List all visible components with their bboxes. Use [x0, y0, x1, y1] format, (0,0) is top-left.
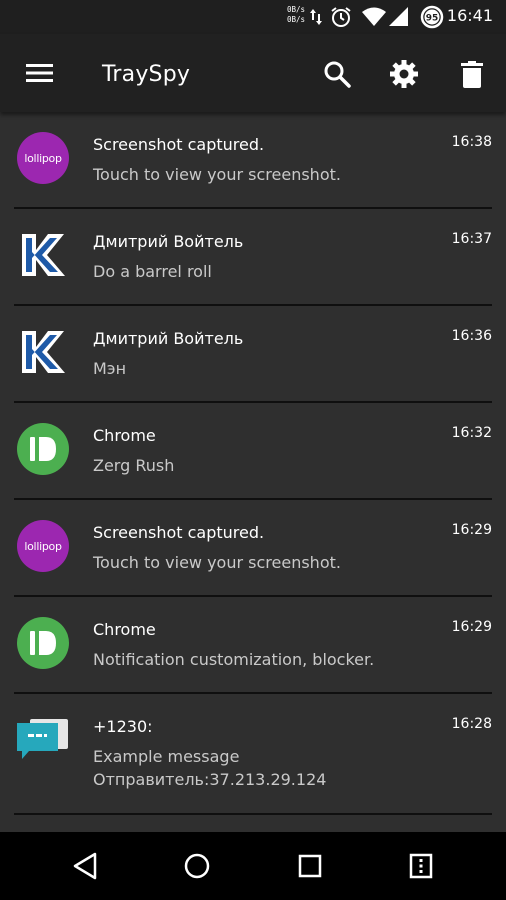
recents-icon[interactable]: [298, 854, 322, 882]
data-transfer-icon: [310, 7, 322, 31]
overflow-icon[interactable]: [409, 853, 433, 883]
notification-time: 16:32: [451, 425, 492, 441]
notification-title: Chrome: [93, 620, 156, 639]
menu-icon[interactable]: [26, 62, 54, 88]
app-bar: TraySpy: [0, 34, 506, 112]
notification-title: Screenshot captured.: [93, 523, 265, 542]
notification-title: Screenshot captured.: [93, 135, 265, 154]
battery-level: 95: [426, 14, 439, 24]
search-icon[interactable]: [323, 60, 351, 92]
notification-time: 16:38: [451, 134, 492, 150]
navigation-bar: [0, 832, 506, 900]
battery-icon: 95: [420, 5, 444, 33]
lollipop-icon: lollipop: [16, 519, 70, 573]
lollipop-icon-label: lollipop: [17, 520, 69, 572]
wifi-icon: [362, 7, 386, 31]
notification-list: lollipop Screenshot captured. Touch to v…: [0, 112, 506, 832]
notification-time: 16:29: [451, 522, 492, 538]
notification-time: 16:28: [451, 716, 492, 732]
pushbullet-icon: [16, 422, 70, 476]
back-icon[interactable]: [72, 852, 98, 884]
notification-time: 16:29: [451, 619, 492, 635]
notification-item[interactable]: lollipop Screenshot captured. Touch to v…: [0, 112, 506, 209]
notification-message: Touch to view your screenshot.: [93, 165, 341, 184]
pushbullet-icon: [16, 616, 70, 670]
network-speed: 0B/s 0B/s: [284, 5, 308, 25]
notification-message: Мэн: [93, 359, 127, 378]
notification-message: Notification customization, blocker.: [93, 650, 375, 669]
vk-icon: [16, 228, 70, 282]
notification-item[interactable]: Chrome Zerg Rush 16:32: [0, 403, 506, 500]
gear-icon[interactable]: [389, 59, 419, 93]
vk-icon: [16, 325, 70, 379]
notification-item[interactable]: Дмитрий Войтель Do a barrel roll 16:37: [0, 209, 506, 306]
alarm-icon: [330, 6, 352, 32]
clock: 16:41: [446, 6, 493, 25]
lollipop-icon: lollipop: [16, 131, 70, 185]
notification-time: 16:37: [451, 231, 492, 247]
notification-item[interactable]: Chrome Notification customization, block…: [0, 597, 506, 694]
notification-message: Do a barrel roll: [93, 262, 212, 281]
notification-item[interactable]: lollipop Screenshot captured. Touch to v…: [0, 500, 506, 597]
app-title: TraySpy: [102, 62, 191, 87]
home-icon[interactable]: [184, 853, 210, 883]
trash-icon[interactable]: [461, 61, 483, 93]
divider: [14, 813, 492, 815]
notification-message: Touch to view your screenshot.: [93, 553, 341, 572]
notification-title: +1230:: [93, 717, 153, 736]
notification-title: Дмитрий Войтель: [93, 329, 244, 348]
sms-icon: [16, 713, 70, 767]
lollipop-icon-label: lollipop: [17, 132, 69, 184]
network-download-speed: 0B/s: [286, 15, 306, 24]
cellular-signal-icon: [389, 7, 409, 31]
notification-message: Example message Отправитель:37.213.29.12…: [93, 747, 327, 789]
notification-message: Zerg Rush: [93, 456, 175, 475]
notification-title: Дмитрий Войтель: [93, 232, 244, 251]
notification-time: 16:36: [451, 328, 492, 344]
network-upload-speed: 0B/s: [286, 5, 306, 14]
notification-title: Chrome: [93, 426, 156, 445]
notification-item[interactable]: Дмитрий Войтель Мэн 16:36: [0, 306, 506, 403]
notification-item[interactable]: +1230: Example message Отправитель:37.21…: [0, 694, 506, 815]
status-bar: 0B/s 0B/s 95 16:41: [0, 0, 506, 34]
